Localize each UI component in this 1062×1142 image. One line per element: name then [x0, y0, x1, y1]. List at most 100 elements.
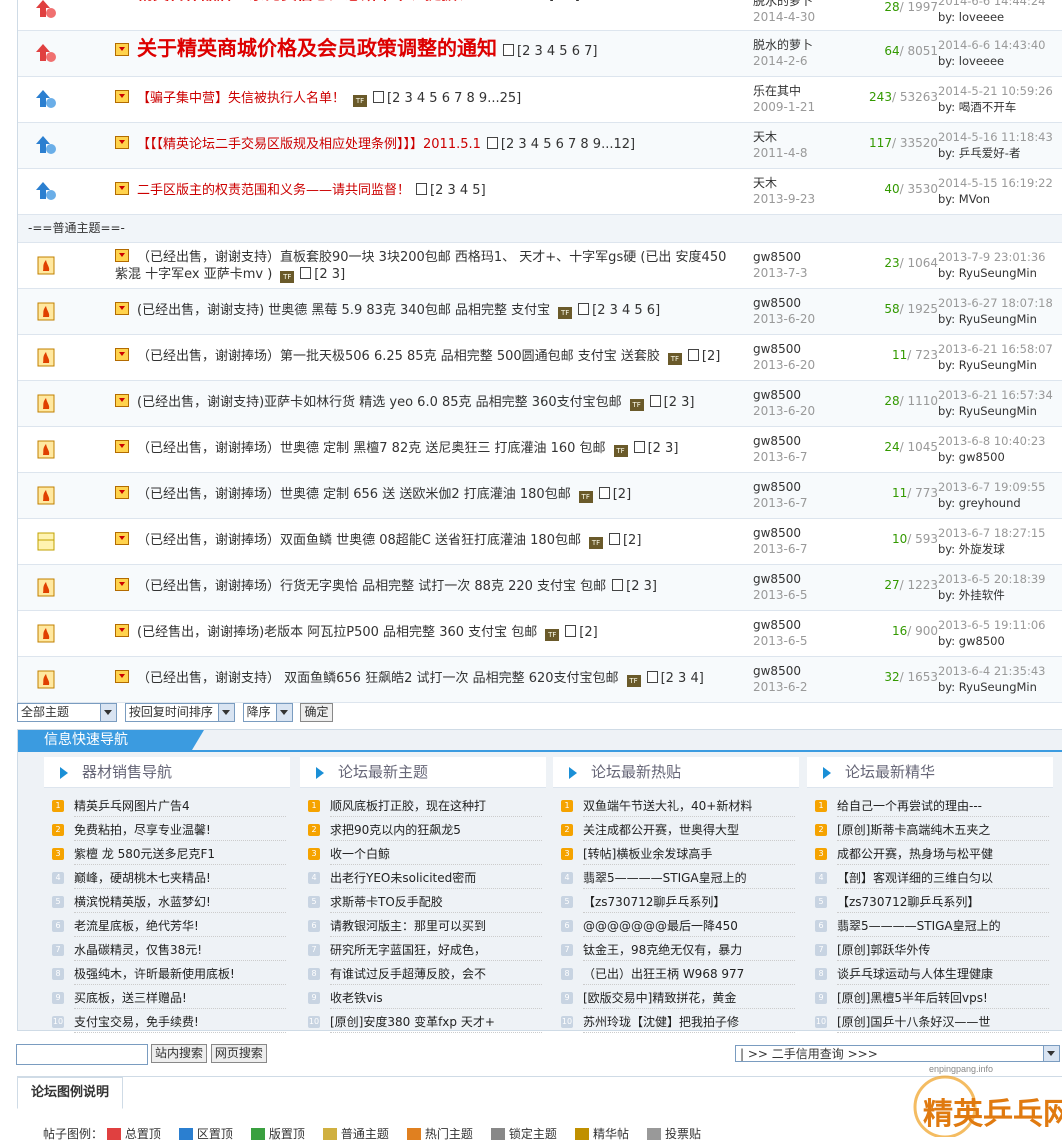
expand-icon[interactable]: [115, 348, 129, 361]
list-item[interactable]: 6 翡翠5————STIGA皇冠上的: [807, 914, 1049, 938]
page-numbers[interactable]: 2 3: [669, 395, 690, 410]
author-name[interactable]: gw8500: [753, 249, 863, 265]
thread-title[interactable]: （已经出售，谢谢捧场）第一批天极506 6.25 85克 品相完整 500圆通包…: [115, 348, 735, 365]
list-item[interactable]: 4 巅峰，硬胡桃木七夹精品!: [44, 866, 286, 890]
page-links[interactable]: [2 3 4 5 6 7 8 9...25]: [373, 91, 521, 106]
thread-title-text[interactable]: (已经售出，谢谢捧场)老版本 阿瓦拉P500 品相完整 360 支付宝 包邮: [137, 625, 537, 640]
thread-title-text[interactable]: （已经出售，谢谢支持） 双面鱼鳞656 狂飙皓2 试打一次 品相完整 620支付…: [137, 671, 619, 686]
thread-title[interactable]: 关于精英商城价格及会员政策调整的通知 [2 3 4 5 6 7]: [115, 38, 735, 60]
list-item-link[interactable]: 支付宝交易，免手续费!: [74, 1015, 199, 1029]
last-post-by[interactable]: by: greyhound: [938, 495, 1062, 511]
expand-icon[interactable]: [115, 182, 129, 195]
author-name[interactable]: gw8500: [753, 295, 863, 311]
last-post-by[interactable]: by: RyuSeungMin: [938, 311, 1062, 327]
page-links[interactable]: [2]: [565, 625, 598, 640]
thread-title[interactable]: 【骗子集中营】失信被执行人名单！ TF [2 3 4 5 6 7 8 9...25]: [115, 90, 735, 107]
thread-title-text[interactable]: （已经出售，谢谢支持）直板套胶90一块 3块200包邮 西格玛1、 天才+、十字…: [115, 250, 726, 282]
last-post-time[interactable]: 2013-7-9 23:01:36: [938, 249, 1062, 265]
author-name[interactable]: gw8500: [753, 525, 863, 541]
list-item[interactable]: 3 成都公开赛，热身场与松平健: [807, 842, 1049, 866]
list-item-link[interactable]: [原创]黑檀5半年后转回vps!: [837, 991, 988, 1005]
expand-icon[interactable]: [115, 532, 129, 545]
last-post-by[interactable]: by: gw8500: [938, 633, 1062, 649]
list-item-link[interactable]: （已出）出狂王柄 W968 977: [583, 967, 744, 981]
last-post-time[interactable]: 2013-6-21 16:58:07: [938, 341, 1062, 357]
last-post-by[interactable]: by: loveeee: [938, 53, 1062, 69]
list-item-link[interactable]: 翡翠5————STIGA皇冠上的: [837, 919, 1001, 933]
list-item[interactable]: 1 顺风底板打正胶，现在这种打: [300, 794, 542, 818]
search-input[interactable]: [16, 1044, 148, 1065]
site-search-button[interactable]: 站内搜索: [151, 1044, 208, 1063]
list-item[interactable]: 9 [欧版交易中]精致拼花，黄金: [553, 986, 795, 1010]
expand-icon[interactable]: [115, 624, 129, 637]
thread-title-text[interactable]: （已经出售，谢谢捧场）第一批天极506 6.25 85克 品相完整 500圆通包…: [137, 349, 660, 364]
author-name[interactable]: gw8500: [753, 571, 863, 587]
thread-title-text[interactable]: (已经出售，谢谢支持) 世奥德 黑莓 5.9 83克 340包邮 品相完整 支付…: [137, 303, 550, 318]
list-item-link[interactable]: 成都公开赛，热身场与松平健: [837, 847, 993, 861]
direction-select[interactable]: 降序: [242, 703, 293, 722]
last-post-by[interactable]: by: RyuSeungMin: [938, 265, 1062, 281]
list-item[interactable]: 6 请教银河版主：那里可以买到: [300, 914, 542, 938]
page-numbers[interactable]: 2 3 4: [666, 671, 699, 686]
thread-title-text[interactable]: 【【【精英论坛二手交易区版规及相应处理条例】】】2011.5.1: [137, 137, 481, 152]
thread-title[interactable]: 精英合作品牌业余比赛信息汇总斯帝卡、挺拔、729?< [2 3]: [115, 0, 735, 4]
list-item[interactable]: 1 精英乒乓网图片广告4: [44, 794, 286, 818]
list-item[interactable]: 10 [原创]安度380 变革fxp 天才+: [300, 1010, 542, 1034]
author-name[interactable]: gw8500: [753, 663, 863, 679]
list-item[interactable]: 10 支付宝交易，免手续费!: [44, 1010, 286, 1034]
page-numbers[interactable]: 2: [628, 533, 636, 548]
page-numbers[interactable]: 2 3 4 5 6: [597, 303, 655, 318]
list-item-link[interactable]: 顺风底板打正胶，现在这种打: [330, 799, 486, 813]
list-item-link[interactable]: 求斯蒂卡TO反手配胶: [330, 895, 443, 909]
expand-icon[interactable]: [115, 90, 129, 103]
list-item-link[interactable]: [欧版交易中]精致拼花，黄金: [583, 991, 736, 1005]
last-post-by[interactable]: by: RyuSeungMin: [938, 403, 1062, 419]
page-numbers[interactable]: 2 3 4 5: [435, 183, 480, 198]
quick-nav-tab[interactable]: 信息快速导航: [18, 730, 204, 750]
thread-title[interactable]: （已经出售，谢谢支持） 双面鱼鳞656 狂飙皓2 试打一次 品相完整 620支付…: [115, 670, 735, 687]
thread-title[interactable]: （已经出售，谢谢捧场）双面鱼鳞 世奥德 08超能C 送省狂打底灌油 180包邮 T…: [115, 532, 735, 549]
column-header[interactable]: 论坛最新精华: [807, 757, 1053, 788]
list-item[interactable]: 9 买底板，送三样赠品!: [44, 986, 286, 1010]
expand-icon[interactable]: [115, 43, 129, 56]
list-item[interactable]: 7 [原创]郭跃华外传: [807, 938, 1049, 962]
list-item-link[interactable]: 水晶碳精灵，仅售38元!: [74, 943, 202, 957]
page-links[interactable]: [2]: [598, 487, 631, 502]
thread-title-text[interactable]: （已经出售，谢谢捧场）世奥德 定制 656 送 送欧米伽2 打底灌油 180包邮: [137, 487, 571, 502]
list-item[interactable]: 7 水晶碳精灵，仅售38元!: [44, 938, 286, 962]
list-item[interactable]: 9 [原创]黑檀5半年后转回vps!: [807, 986, 1049, 1010]
last-post-time[interactable]: 2013-6-7 18:27:15: [938, 525, 1062, 541]
page-links[interactable]: [2 3 4 5 6 7]: [503, 44, 597, 59]
last-post-time[interactable]: 2013-6-4 21:35:43: [938, 663, 1062, 679]
page-numbers[interactable]: 2: [584, 625, 592, 640]
page-numbers[interactable]: 2: [618, 487, 626, 502]
author-name[interactable]: 天木: [753, 129, 863, 145]
list-item-link[interactable]: 紫檀 龙 580元送多尼克F1: [74, 847, 215, 861]
list-item[interactable]: 3 收一个白鲸: [300, 842, 542, 866]
page-numbers[interactable]: 2 3: [653, 441, 674, 456]
list-item[interactable]: 9 收老铁vis: [300, 986, 542, 1010]
page-links[interactable]: [2 3]: [612, 579, 657, 594]
list-item-link[interactable]: 苏州玲珑【沈健】把我拍子修: [583, 1015, 739, 1029]
last-post-by[interactable]: by: RyuSeungMin: [938, 357, 1062, 373]
list-item-link[interactable]: 【zs730712聊乒乓系列】: [837, 895, 979, 909]
last-post-time[interactable]: 2014-5-21 10:59:26: [938, 83, 1062, 99]
list-item-link[interactable]: 免费粘拍，尽享专业温馨!: [74, 823, 211, 837]
expand-icon[interactable]: [115, 486, 129, 499]
list-item[interactable]: 5 【zs730712聊乒乓系列】: [553, 890, 795, 914]
thread-title[interactable]: （已经出售，谢谢捧场）行货无字奥恰 品相完整 试打一次 88克 220 支付宝 …: [115, 578, 735, 595]
list-item-link[interactable]: @@@@@@@最后一降450: [583, 919, 738, 933]
thread-title-text[interactable]: （已经出售，谢谢捧场）双面鱼鳞 世奥德 08超能C 送省狂打底灌油 180包邮: [137, 533, 581, 548]
list-item-link[interactable]: 【剖】客观详细的三维白匀以: [837, 871, 993, 885]
list-item-link[interactable]: 翡翠5————STIGA皇冠上的: [583, 871, 747, 885]
list-item[interactable]: 2 关注成都公开赛，世奥得大型: [553, 818, 795, 842]
last-post-by[interactable]: by: 外挂软件: [938, 587, 1062, 603]
list-item[interactable]: 8 （已出）出狂王柄 W968 977: [553, 962, 795, 986]
last-post-by[interactable]: by: MVon: [938, 191, 1062, 207]
thread-title-text[interactable]: 精英合作品牌业余比赛信息汇总斯帝卡、挺拔、729?<: [137, 0, 529, 3]
author-name[interactable]: 乐在其中: [753, 83, 863, 99]
last-post-by[interactable]: by: RyuSeungMin: [938, 679, 1062, 695]
page-links[interactable]: [2 3]: [649, 395, 694, 410]
list-item[interactable]: 3 [转帖]横板业余发球高手: [553, 842, 795, 866]
last-post-time[interactable]: 2014-6-6 14:44:24: [938, 0, 1062, 9]
